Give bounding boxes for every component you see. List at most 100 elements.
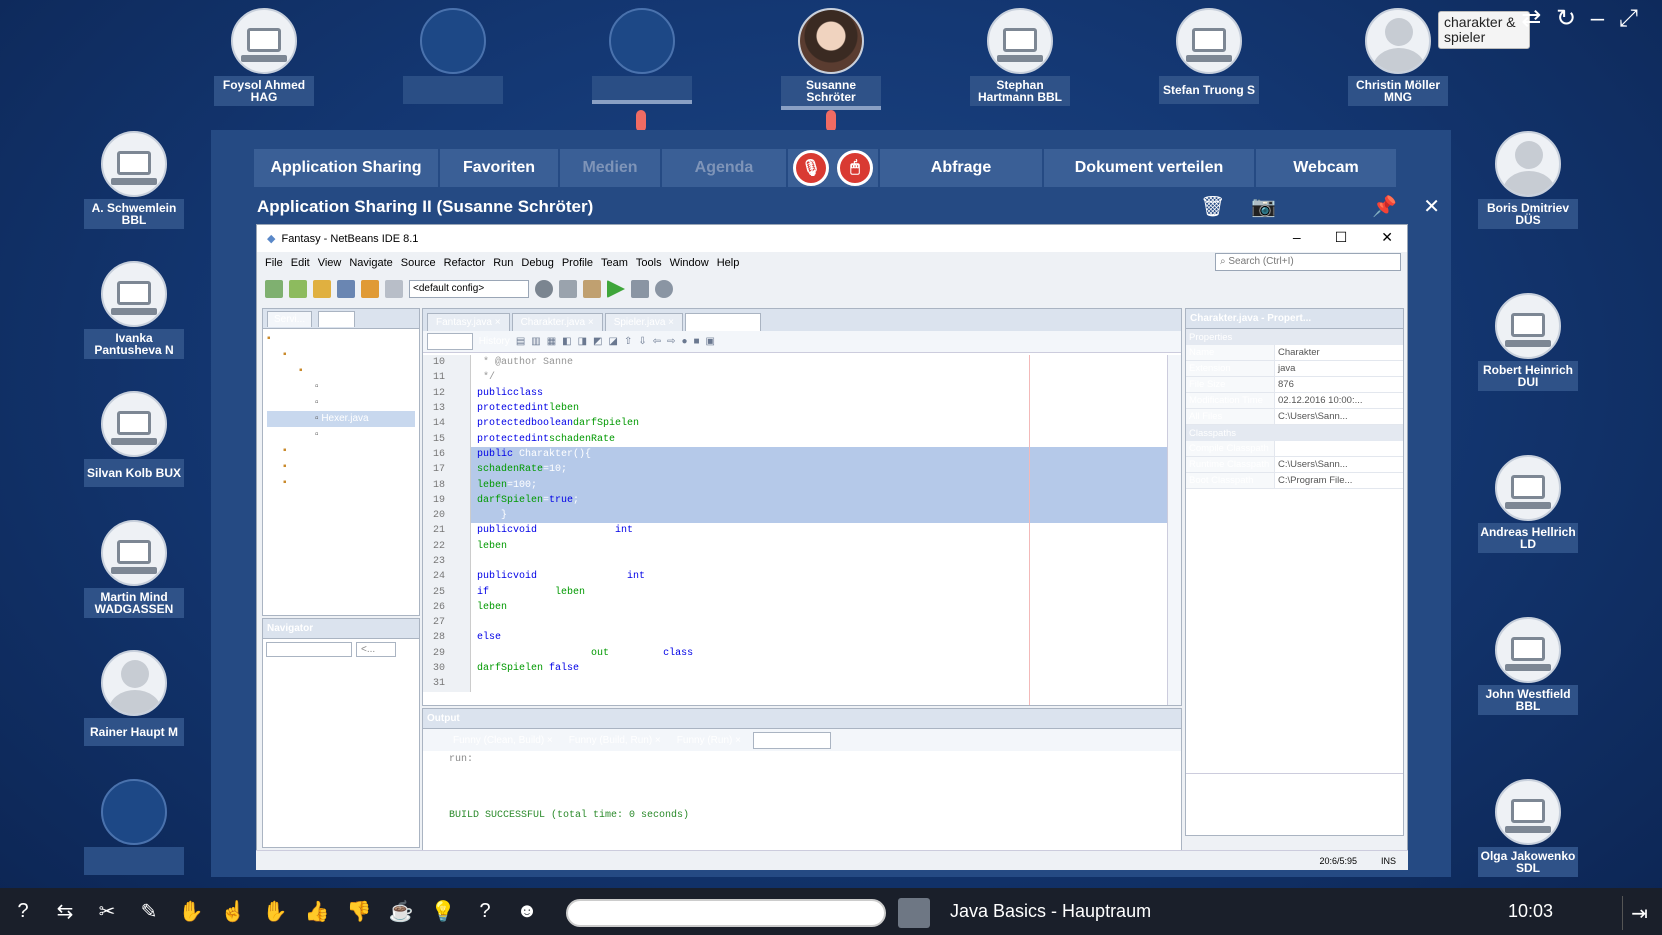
gutter[interactable]	[449, 477, 471, 493]
output-tab[interactable]: Funny (Clean, Build) ×	[449, 733, 557, 748]
participant[interactable]: Stefan Truong S	[1159, 8, 1259, 104]
pin-icon[interactable]: 📌	[1372, 194, 1397, 219]
members-select[interactable]: Members	[266, 642, 352, 657]
undo-icon[interactable]	[361, 280, 379, 298]
menu-item[interactable]: Window	[670, 257, 709, 269]
menu-item[interactable]: Tools	[636, 257, 662, 269]
code-line[interactable]: 13 protected int leben =3;	[423, 400, 1167, 417]
code-line[interactable]: 20 }	[423, 507, 1167, 524]
editor-scrollbar[interactable]	[1167, 355, 1181, 705]
coffee-icon[interactable]: ☕	[382, 893, 420, 931]
tab-application-sharing[interactable]: Application Sharing	[254, 149, 438, 187]
tools-icon[interactable]: ✂	[88, 893, 126, 931]
tree-item[interactable]: Fantasy.java	[267, 395, 415, 411]
gutter[interactable]	[449, 584, 471, 600]
gutter[interactable]	[449, 615, 471, 631]
menu-item[interactable]: Profile	[562, 257, 593, 269]
gutter[interactable]	[449, 446, 471, 463]
gutter[interactable]	[449, 355, 471, 371]
question-icon[interactable]: ?	[466, 893, 504, 931]
open-project-icon[interactable]	[313, 280, 331, 298]
menu-item[interactable]: Help	[717, 257, 740, 269]
editor-tab[interactable]: Fantasy.java ×	[427, 313, 510, 331]
gutter[interactable]	[449, 523, 471, 539]
participant[interactable]: Christin Möller MNG	[1348, 8, 1448, 106]
property-row[interactable]: File Size 876	[1186, 377, 1403, 393]
run-icon[interactable]	[607, 280, 625, 298]
tree-item[interactable]: Charakter.java	[267, 379, 415, 395]
code-line[interactable]: 23 }	[423, 553, 1167, 570]
menu-item[interactable]: View	[318, 257, 342, 269]
tab-favoriten[interactable]: Favoriten	[440, 149, 558, 187]
menu-item[interactable]: Run	[493, 257, 513, 269]
participant[interactable]: Stephan Hartmann BBL	[970, 8, 1070, 106]
exit-icon[interactable]: ⇥	[1622, 896, 1656, 930]
participant[interactable]: Olga Jakowenko SDL	[1478, 779, 1578, 877]
globe-icon[interactable]	[535, 280, 553, 298]
gutter[interactable]	[449, 538, 471, 554]
gutter[interactable]	[449, 630, 471, 646]
clean-build-icon[interactable]	[583, 280, 601, 298]
property-row[interactable]: Compile Classpath	[1186, 441, 1403, 457]
save-all-icon[interactable]	[337, 280, 355, 298]
close-icon[interactable]: ✕	[1381, 229, 1393, 246]
help-icon[interactable]: ?	[4, 893, 42, 931]
navigator-item[interactable]: ▫ leben : int	[267, 758, 415, 774]
menu-item[interactable]: Source	[401, 257, 436, 269]
navigator-item[interactable]: ● wirdGeheilt(int heilung)	[267, 710, 415, 726]
redo-icon[interactable]	[385, 280, 403, 298]
code-line[interactable]: 27 }	[423, 615, 1167, 631]
tab-files[interactable]: Files	[318, 310, 355, 327]
applause-icon[interactable]: ✋	[256, 893, 294, 931]
gutter[interactable]	[449, 660, 471, 677]
participant[interactable]: Boris Dmitriev DÜS	[1478, 131, 1578, 229]
editor-tab[interactable]: Charakter.java ×	[511, 313, 603, 331]
gutter[interactable]	[449, 416, 471, 432]
config-select[interactable]: <default config>	[409, 280, 529, 298]
menu-item[interactable]: Edit	[291, 257, 310, 269]
gutter[interactable]	[449, 599, 471, 616]
keyboard-icon[interactable]	[898, 898, 930, 928]
output-tab[interactable]: Funny (Build, Run) ×	[565, 733, 665, 748]
participant[interactable]: Andreas Hellrich LD	[1478, 455, 1578, 553]
tree-item[interactable]: Test Libraries	[267, 475, 415, 491]
participant[interactable]	[84, 779, 184, 875]
gutter[interactable]	[449, 676, 471, 692]
code-line[interactable]: 31 }	[423, 676, 1167, 692]
gutter[interactable]	[449, 462, 471, 478]
tree-item[interactable]: Spieler.java	[267, 427, 415, 443]
code-line[interactable]: 18 leben =100;	[423, 477, 1167, 493]
code-line[interactable]: 11 */	[423, 370, 1167, 386]
minimize-icon[interactable]: –	[1293, 229, 1301, 246]
thumbs-up-icon[interactable]: 👍	[298, 893, 336, 931]
navigator-item[interactable]: ▫ darfSpielen : boolean	[267, 742, 415, 758]
tree-item[interactable]: Source Packages	[267, 347, 415, 363]
code-line[interactable]: 17 schadenRate =10;	[423, 462, 1167, 478]
navigator-item[interactable]: ● wirdVerwundet(int schaden)	[267, 726, 415, 742]
output-tab[interactable]: Funny (Run) ×	[673, 733, 745, 748]
participant[interactable]: Silvan Kolb BUX	[84, 391, 184, 487]
participant[interactable]	[403, 8, 503, 104]
participant[interactable]: A. Schwemlein BBL	[84, 131, 184, 229]
code-line[interactable]: 28 else{	[423, 630, 1167, 646]
editor-tab[interactable]: Hexer.java ×	[685, 313, 762, 331]
chat-input[interactable]	[566, 899, 886, 927]
navigator-filter-select[interactable]: <...	[356, 642, 396, 657]
navigator-item[interactable]: ▪ Charakter	[267, 662, 415, 678]
property-row[interactable]: Name Charakter	[1186, 345, 1403, 361]
tab-dokument-verteilen[interactable]: Dokument verteilen	[1044, 149, 1254, 187]
notes-icon[interactable]: ✎	[130, 893, 168, 931]
menu-item[interactable]: Team	[601, 257, 628, 269]
mic-control-icon[interactable]: 🎙	[793, 150, 829, 186]
gutter[interactable]	[449, 645, 471, 661]
code-area[interactable]: 10 * @author Sanne 11 */12 public class Ch…	[423, 355, 1167, 705]
maximize-icon[interactable]: ☐	[1335, 229, 1348, 246]
code-line[interactable]: 24 public void wirdVerwundet(int schaden…	[423, 569, 1167, 585]
gutter[interactable]	[449, 569, 471, 585]
tab-abfrage[interactable]: Abfrage	[880, 149, 1042, 187]
tree-item[interactable]: Test Packages	[267, 443, 415, 459]
navigator-item[interactable]: ▫ schadenRate : int	[267, 774, 415, 790]
gutter[interactable]	[449, 492, 471, 508]
tree-item[interactable]: Hexer.java	[267, 411, 415, 427]
editor-tab[interactable]: Spieler.java ×	[604, 313, 684, 331]
